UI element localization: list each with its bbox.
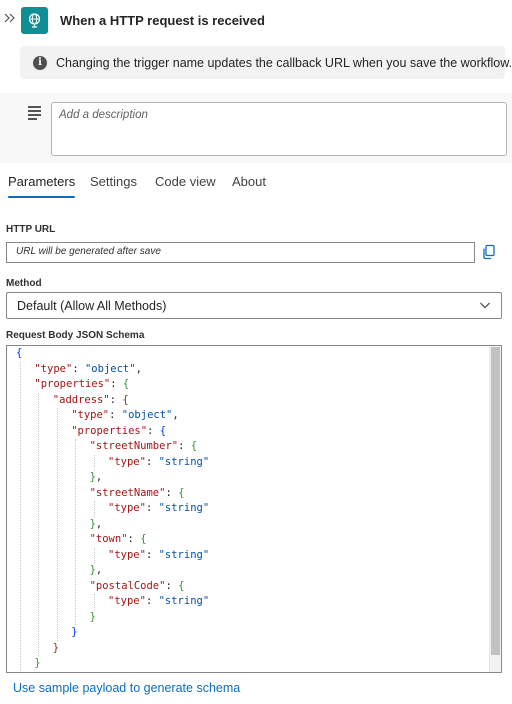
schema-code: { "type": "object", "properties": { "addres… (7, 346, 490, 672)
tab-parameters[interactable]: Parameters (8, 168, 76, 198)
indent-guide (56, 408, 58, 641)
indent-guide (20, 361, 21, 672)
code-line: } (52, 641, 60, 654)
indent-guide (75, 439, 77, 625)
http-url-label: HTTP URL (6, 224, 56, 235)
tab-about[interactable]: About (232, 168, 266, 198)
collapse-panel-icon[interactable] (3, 11, 17, 25)
indent-guide (38, 392, 40, 656)
indent-guide (93, 454, 95, 470)
code-line: }, (89, 564, 103, 576)
code-line: { (16, 347, 23, 359)
method-label: Method (6, 278, 42, 289)
code-line: "streetName": { (89, 486, 185, 499)
info-icon: i (33, 55, 47, 70)
indent-guide (93, 547, 95, 563)
code-line: } (89, 610, 96, 623)
code-line: "type": "object", (71, 409, 179, 421)
indent-guide (93, 501, 95, 517)
tab-settings[interactable]: Settings (90, 168, 137, 198)
tab-code-view[interactable]: Code view (155, 168, 216, 198)
chevron-down-icon (479, 299, 491, 311)
info-message-bar: i Changing the trigger name updates the … (20, 46, 512, 79)
code-line: "address": { (52, 393, 129, 406)
description-input[interactable]: Add a description (51, 102, 507, 156)
tab-list: Parameters Settings Code view About (0, 168, 512, 198)
json-schema-editor[interactable]: { "type": "object", "properties": { "addres… (6, 345, 502, 673)
code-line: } (71, 626, 78, 638)
copy-icon[interactable] (481, 244, 497, 260)
info-text: Changing the trigger name updates the ca… (56, 55, 512, 70)
code-line: "type": "object", (34, 362, 142, 375)
code-line: "type": "string" (108, 595, 210, 607)
http-url-field: URL will be generated after save (6, 242, 475, 263)
code-line: "town": { (89, 533, 147, 545)
indent-guide (93, 594, 95, 610)
text-lines-icon (28, 106, 41, 120)
globe-request-icon (21, 7, 48, 34)
code-line: "type": "string" (108, 502, 210, 514)
code-line: "properties": { (71, 424, 167, 437)
code-line: } (34, 657, 41, 669)
code-line: "type": "string" (108, 548, 210, 561)
method-dropdown[interactable]: Default (Allow All Methods) (6, 292, 502, 319)
sample-payload-link[interactable]: Use sample payload to generate schema (13, 681, 240, 695)
code-line: }, (89, 517, 103, 530)
code-line: }, (89, 471, 103, 483)
code-line: "properties": { (34, 378, 130, 390)
code-line: "postalCode": { (89, 579, 185, 592)
editor-scrollbar[interactable] (489, 346, 501, 672)
code-line: "type": "string" (108, 455, 210, 468)
trigger-title[interactable]: When a HTTP request is received (60, 13, 265, 28)
schema-label: Request Body JSON Schema (6, 330, 145, 341)
method-selected-value: Default (Allow All Methods) (17, 299, 167, 313)
scrollbar-thumb[interactable] (491, 347, 500, 655)
code-line: "streetNumber": { (89, 440, 198, 452)
